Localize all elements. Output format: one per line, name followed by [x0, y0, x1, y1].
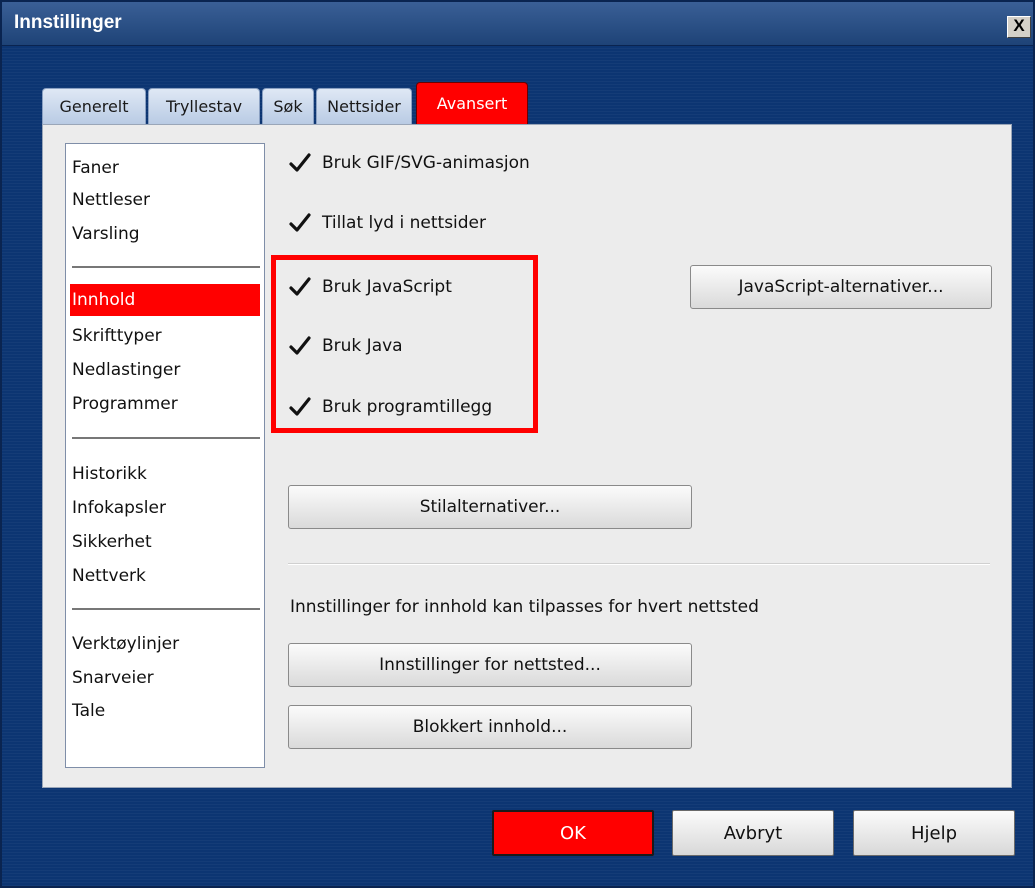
cancel-button[interactable]: Avbryt — [672, 810, 834, 856]
sidebar-item-programmer[interactable]: Programmer — [70, 388, 260, 420]
sidebar-item-nettverk[interactable]: Nettverk — [70, 560, 260, 592]
style-options-button[interactable]: Stilalternativer... — [288, 485, 692, 529]
section-divider — [288, 563, 990, 565]
sidebar-item-skrifttyper[interactable]: Skrifttyper — [70, 320, 260, 352]
sidebar-item-faner[interactable]: Faner — [70, 152, 260, 184]
title-bar[interactable]: Innstillinger X — [2, 2, 1033, 46]
sidebar-item-varsling[interactable]: Varsling — [70, 218, 260, 250]
site-settings-button[interactable]: Innstillinger for nettsted... — [288, 643, 692, 687]
tab-avansert[interactable]: Avansert — [416, 82, 528, 124]
sidebar-item-infokapsler[interactable]: Infokapsler — [70, 492, 260, 524]
sidebar-divider — [72, 266, 260, 268]
sidebar-divider — [72, 437, 260, 439]
help-button[interactable]: Hjelp — [853, 810, 1015, 856]
sidebar-item-sikkerhet[interactable]: Sikkerhet — [70, 526, 260, 558]
sidebar-item-nettleser[interactable]: Nettleser — [70, 184, 260, 216]
sidebar-divider — [72, 608, 260, 610]
ok-button[interactable]: OK — [492, 810, 654, 856]
highlight-annotation — [271, 255, 538, 433]
allow-sound-label: Tillat lyd i nettsider — [322, 213, 487, 233]
checkmark-icon[interactable] — [288, 211, 312, 235]
tab-sok[interactable]: Søk — [262, 88, 314, 124]
allow-sound-option[interactable]: Tillat lyd i nettsider — [288, 209, 486, 237]
sidebar-item-snarveier[interactable]: Snarveier — [70, 662, 260, 694]
close-button[interactable]: X — [1007, 16, 1031, 38]
checkmark-icon[interactable] — [288, 151, 312, 175]
sidebar-item-tale[interactable]: Tale — [70, 695, 260, 727]
category-list: Faner Nettleser Varsling Innhold Skriftt… — [65, 143, 265, 768]
tab-generelt[interactable]: Generelt — [42, 88, 146, 124]
advanced-panel: Faner Nettleser Varsling Innhold Skriftt… — [42, 124, 1012, 788]
javascript-options-button[interactable]: JavaScript-alternativer... — [690, 265, 992, 309]
window-title: Innstillinger — [14, 12, 122, 33]
gif-svg-animation-option[interactable]: Bruk GIF/SVG-animasjon — [288, 149, 530, 177]
sidebar-item-historikk[interactable]: Historikk — [70, 458, 260, 490]
tab-nettsider[interactable]: Nettsider — [316, 88, 412, 124]
site-settings-info: Innstillinger for innhold kan tilpasses … — [290, 597, 759, 617]
blocked-content-button[interactable]: Blokkert innhold... — [288, 705, 692, 749]
settings-dialog: Innstillinger X Generelt Tryllestav Søk … — [0, 0, 1035, 888]
sidebar-item-verktoylinjer[interactable]: Verktøylinjer — [70, 628, 260, 660]
sidebar-item-nedlastinger[interactable]: Nedlastinger — [70, 354, 260, 386]
gif-svg-animation-label: Bruk GIF/SVG-animasjon — [322, 153, 530, 173]
tab-tryllestav[interactable]: Tryllestav — [148, 88, 260, 124]
sidebar-item-innhold[interactable]: Innhold — [70, 284, 260, 316]
